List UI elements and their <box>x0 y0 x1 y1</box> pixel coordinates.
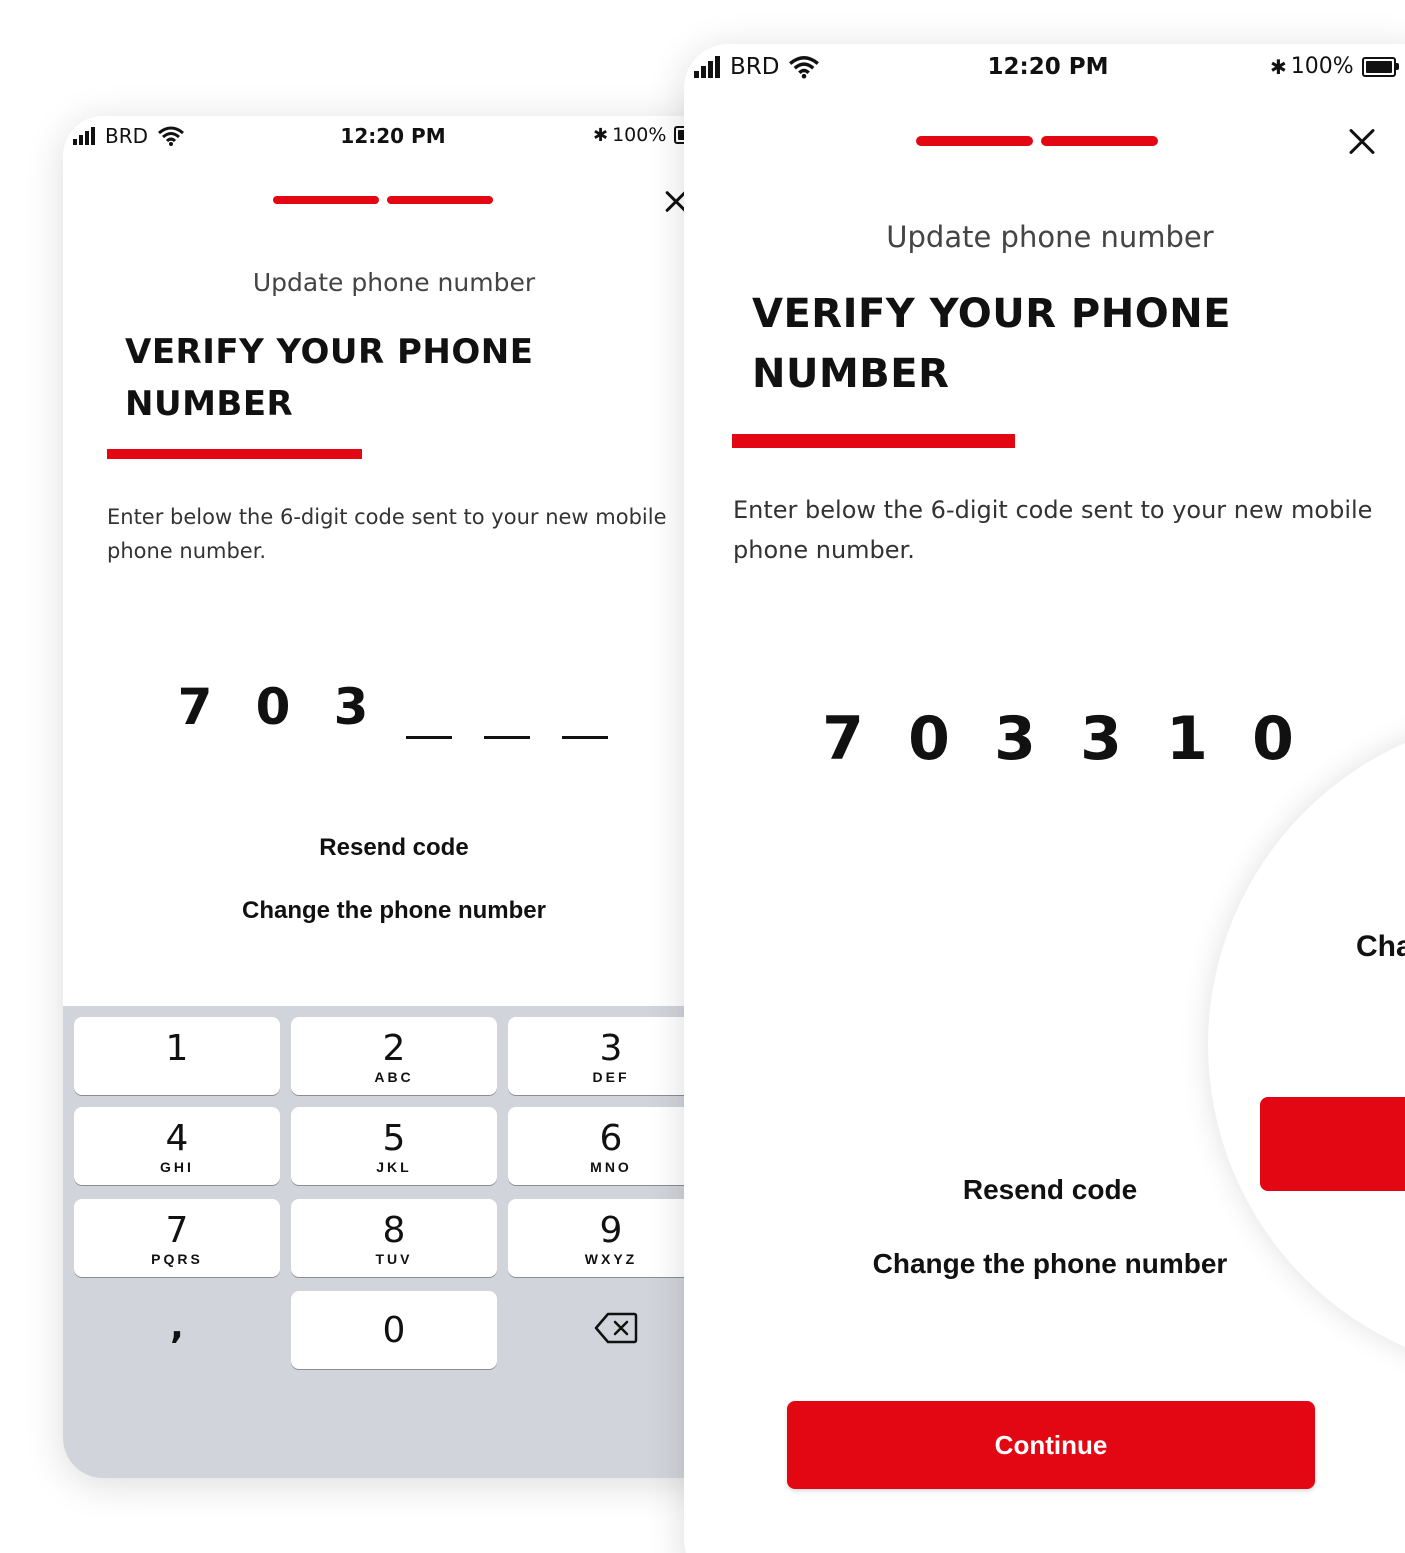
instruction-text: Enter below the 6-digit code sent to you… <box>107 505 667 563</box>
status-left: BRD <box>694 54 820 80</box>
backspace-icon[interactable] <box>593 1312 639 1344</box>
continue-button[interactable]: Continue <box>787 1401 1315 1489</box>
key-2[interactable]: 2 ABC <box>291 1017 497 1095</box>
progress-step-1 <box>273 196 379 204</box>
screen-subtitle: Update phone number <box>252 268 536 297</box>
stage: BRD 12:20 PM ✱ 100% .phone-left .cl <box>0 0 1405 1553</box>
code-digit-3: 3 <box>333 678 369 736</box>
wifi-icon <box>158 126 184 146</box>
wifi-icon <box>789 56 820 79</box>
key-8[interactable]: 8 TUV <box>291 1199 497 1277</box>
progress-indicator <box>916 136 1158 146</box>
change-number-link[interactable]: Change the phone number <box>63 897 725 925</box>
title-line-1: VERIFY YOUR PHONE <box>752 291 1232 337</box>
title-line-1: VERIFY YOUR PHONE <box>125 332 534 372</box>
code-input[interactable]: 7 0 3 <box>165 678 615 740</box>
carrier-label: BRD <box>730 54 780 80</box>
bluetooth-icon: ✱ <box>593 124 609 146</box>
status-right: ✱ 100% <box>1270 54 1399 79</box>
key-1[interactable]: 1 <box>74 1017 280 1095</box>
page-title: VERIFY YOUR PHONE NUMBER <box>125 326 533 430</box>
carrier-label: BRD <box>105 124 149 148</box>
battery-label: 100% <box>1290 54 1354 79</box>
code-digit-4 <box>406 678 452 739</box>
battery-icon <box>1361 56 1399 77</box>
key-7[interactable]: 7 PQRS <box>74 1199 280 1277</box>
battery-label: 100% <box>612 124 667 146</box>
signal-icon <box>694 56 720 78</box>
key-comma[interactable]: , <box>74 1306 280 1347</box>
status-bar: BRD 12:20 PM ✱ 100% <box>684 44 1405 94</box>
code-digit-5: 1 <box>1166 704 1208 774</box>
code-digit-1: 7 <box>177 678 213 736</box>
title-underline <box>732 434 1015 448</box>
status-time: 12:20 PM <box>987 54 1109 80</box>
title-line-2: NUMBER <box>752 351 950 397</box>
bluetooth-icon: ✱ <box>1270 54 1287 79</box>
code-digit-5 <box>484 678 530 739</box>
code-digit-1: 7 <box>822 704 864 774</box>
phone-right: BRD 12:20 PM ✱ 100% .rclose::before <box>684 44 1405 1553</box>
progress-step-1 <box>916 136 1033 146</box>
code-input[interactable]: 7 0 3 3 1 0 <box>808 704 1308 774</box>
code-digit-6: 0 <box>1252 704 1294 774</box>
close-button[interactable]: .rclose::before, .rclose::after { width:… <box>1347 126 1377 156</box>
instruction-text: Enter below the 6-digit code sent to you… <box>733 496 1373 564</box>
progress-step-2 <box>387 196 493 204</box>
magnified-text: Cha <box>1356 930 1405 963</box>
status-time: 12:20 PM <box>340 124 446 148</box>
status-left: BRD <box>73 124 184 148</box>
code-digit-2: 0 <box>908 704 950 774</box>
signal-icon <box>73 127 95 145</box>
title-line-2: NUMBER <box>125 384 294 424</box>
screen-subtitle: Update phone number <box>886 220 1214 254</box>
title-underline <box>107 449 362 459</box>
code-digit-2: 0 <box>255 678 291 736</box>
code-digit-4: 3 <box>1080 704 1122 774</box>
key-5[interactable]: 5 JKL <box>291 1107 497 1185</box>
progress-step-2 <box>1041 136 1158 146</box>
progress-indicator <box>273 196 493 204</box>
code-digit-6 <box>562 678 608 739</box>
page-title: VERIFY YOUR PHONE NUMBER <box>752 284 1231 404</box>
key-4[interactable]: 4 GHI <box>74 1107 280 1185</box>
magnified-button <box>1260 1097 1405 1191</box>
resend-code-link[interactable]: Resend code <box>63 834 725 862</box>
key-0[interactable]: 0 <box>291 1291 497 1369</box>
code-digit-3: 3 <box>994 704 1036 774</box>
